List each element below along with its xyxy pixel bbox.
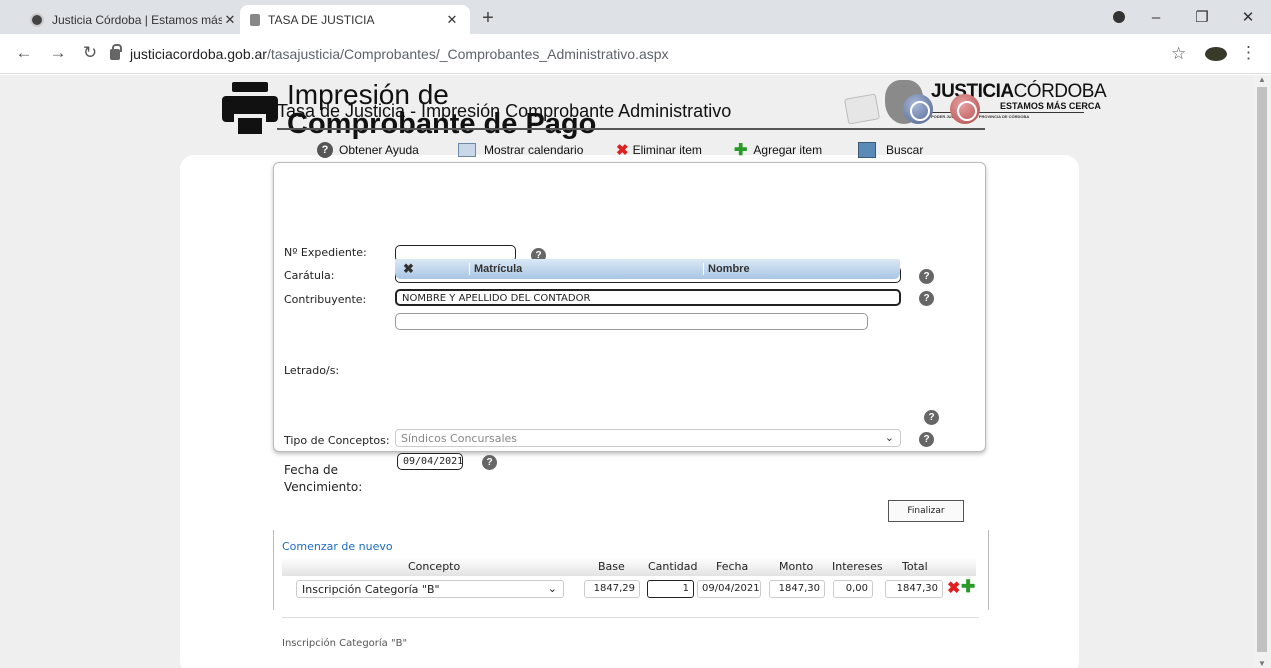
- window-controls: – ❐ ✕: [1133, 0, 1271, 34]
- close-tab-icon[interactable]: ✕: [222, 12, 238, 28]
- exit-circle-icon[interactable]: [950, 94, 980, 124]
- expediente-label: Nº Expediente:: [284, 246, 367, 259]
- restart-link[interactable]: Comenzar de nuevo: [282, 540, 393, 553]
- search-label: Buscar: [886, 143, 924, 157]
- shield-favicon-icon: [250, 13, 260, 26]
- contribuyente-label: Contribuyente:: [284, 293, 367, 306]
- calendar-icon: [458, 143, 476, 157]
- page-title: Tasa de Justicia - Impresión Comprobante…: [277, 101, 732, 121]
- back-arrow-icon[interactable]: ←: [14, 43, 34, 63]
- search-button[interactable]: Buscar: [858, 140, 923, 160]
- browser-tab-tasa[interactable]: TASA DE JUSTICIA ✕: [240, 5, 470, 34]
- window-close-icon[interactable]: ✕: [1225, 8, 1271, 26]
- help-label: Obtener Ayuda: [339, 143, 419, 157]
- divider: [282, 617, 979, 618]
- delete-label: Eliminar item: [632, 143, 702, 157]
- caratula-label: Carátula:: [284, 269, 335, 282]
- title-divider: [277, 128, 985, 130]
- letrado-search-input[interactable]: [395, 313, 868, 330]
- tipo-conceptos-value: Síndicos Concursales: [401, 432, 518, 445]
- add-row-icon[interactable]: ✚: [961, 577, 975, 597]
- url-host: justiciacordoba.gob.ar: [130, 46, 267, 62]
- cantidad-header: Cantidad: [648, 560, 698, 573]
- cantidad-input[interactable]: 1: [647, 580, 694, 598]
- letrados-grid-header: ✖ Matrícula Nombre: [395, 259, 900, 279]
- fecha-label-line2: Vencimiento:: [284, 480, 363, 494]
- tipo-conceptos-select[interactable]: Síndicos Concursales ⌄: [395, 429, 901, 447]
- scroll-up-icon[interactable]: ▲: [1258, 75, 1266, 84]
- lock-icon: [110, 43, 122, 60]
- concepto-select[interactable]: Inscripción Categoría "B" ⌄: [296, 580, 564, 598]
- total-header: Total: [902, 560, 928, 573]
- extension-avatar-icon[interactable]: [1205, 47, 1227, 61]
- fecha-vencimiento-input[interactable]: 09/04/2021: [397, 453, 463, 470]
- scroll-down-icon[interactable]: ▼: [1258, 659, 1266, 668]
- monto-cell: 1847,30: [769, 580, 825, 598]
- add-item-button[interactable]: ✚ Agregar item: [734, 140, 822, 160]
- concepto-description: Inscripción Categoría "B": [282, 638, 408, 649]
- total-cell: 1847,30: [885, 580, 943, 598]
- browser-tab-justicia[interactable]: Justicia Córdoba | Estamos más C ✕: [20, 5, 248, 34]
- fecha-label-line1: Fecha de: [284, 463, 338, 477]
- address-bar[interactable]: justiciacordoba.gob.ar/tasajusticia/Comp…: [110, 40, 1150, 68]
- monto-header: Monto: [779, 560, 814, 573]
- concepto-value: Inscripción Categoría "B": [302, 583, 440, 596]
- reload-icon[interactable]: ↻: [80, 43, 100, 63]
- finalizar-button[interactable]: Finalizar: [888, 500, 964, 522]
- help-icon: ?: [317, 142, 333, 158]
- add-label: Agregar item: [753, 143, 823, 157]
- remove-column-icon[interactable]: ✖: [395, 261, 469, 277]
- forward-arrow-icon[interactable]: →: [48, 43, 68, 63]
- concepto-header: Concepto: [408, 560, 461, 573]
- help-icon[interactable]: ?: [482, 455, 497, 470]
- nombre-column-header[interactable]: Nombre: [703, 263, 900, 275]
- help-icon[interactable]: ?: [919, 291, 934, 306]
- profile-icon[interactable]: [1113, 11, 1125, 23]
- add-plus-icon: ✚: [734, 142, 748, 159]
- fecha-cell: 09/04/2021: [697, 580, 761, 598]
- tipo-conceptos-label: Tipo de Conceptos:: [284, 434, 390, 447]
- envelope-icon[interactable]: [843, 93, 881, 125]
- letrados-label: Letrado/s:: [284, 364, 340, 377]
- delete-x-icon: ✖: [616, 142, 629, 159]
- restore-icon[interactable]: ❐: [1179, 8, 1225, 26]
- back-circle-icon[interactable]: [903, 94, 933, 124]
- minimize-icon[interactable]: –: [1133, 9, 1179, 26]
- tab-title: TASA DE JUSTICIA: [268, 12, 375, 27]
- base-header: Base: [598, 560, 625, 573]
- help-icon[interactable]: ?: [919, 432, 934, 447]
- search-icon: [858, 142, 876, 158]
- scroll-thumb[interactable]: [1257, 87, 1267, 652]
- fecha-header: Fecha: [716, 560, 749, 573]
- delete-row-icon[interactable]: ✖: [947, 578, 960, 598]
- close-tab-icon[interactable]: ✕: [444, 12, 460, 28]
- bookmark-star-icon[interactable]: ☆: [1171, 44, 1186, 64]
- site-favicon-icon: [30, 12, 44, 27]
- form-panel: [273, 162, 986, 452]
- delete-item-button[interactable]: ✖ Eliminar item: [616, 140, 702, 160]
- logo-subtitle: PODER JUDICIAL DE LA PROVINCIA DE CÓRDOB…: [931, 114, 1030, 119]
- menu-kebab-icon[interactable]: ⋮: [1240, 43, 1257, 63]
- tab-title: Justicia Córdoba | Estamos más C: [52, 12, 222, 27]
- browser-tabbar: Justicia Córdoba | Estamos más C ✕ TASA …: [0, 0, 1271, 34]
- url-path: /tasajusticia/Comprobantes/_Comprobantes…: [266, 46, 669, 62]
- contribuyente-input[interactable]: NOMBRE Y APELLIDO DEL CONTADOR: [395, 289, 901, 306]
- calendar-label: Mostrar calendario: [484, 143, 584, 157]
- browser-toolbar: ← → ↻ justiciacordoba.gob.ar/tasajustici…: [0, 34, 1271, 74]
- printer-icon: [222, 82, 278, 138]
- new-tab-icon[interactable]: +: [478, 8, 498, 28]
- page-scrollbar[interactable]: ▲ ▼: [1253, 75, 1271, 668]
- intereses-cell: 0,00: [833, 580, 873, 598]
- help-icon[interactable]: ?: [924, 410, 939, 425]
- logo-tagline: ESTAMOS MÁS CERCA: [1000, 101, 1101, 111]
- show-calendar-button[interactable]: Mostrar calendario: [458, 140, 583, 160]
- chevron-down-icon: ⌄: [547, 582, 557, 595]
- chevron-down-icon: ⌄: [884, 431, 894, 444]
- intereses-header: Intereses: [832, 560, 883, 573]
- base-cell: 1847,29: [584, 580, 640, 598]
- help-button[interactable]: ? Obtener Ayuda: [317, 140, 419, 160]
- matricula-column-header[interactable]: Matrícula: [469, 263, 703, 275]
- logo-light: CÓRDOBA: [1013, 81, 1107, 102]
- help-icon[interactable]: ?: [919, 269, 934, 284]
